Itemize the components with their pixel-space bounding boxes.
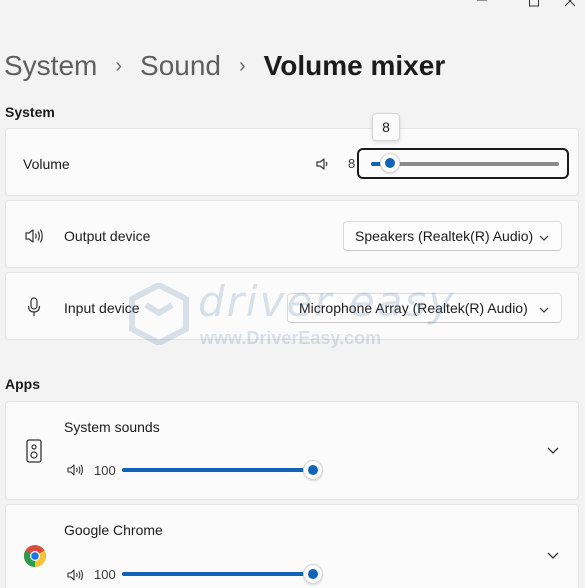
app-name: Google Chrome	[64, 522, 163, 538]
chevron-down-icon	[539, 302, 549, 318]
volume-slider[interactable]	[357, 148, 569, 179]
slider-fill	[122, 468, 312, 472]
output-device-selected: Speakers (Realtek(R) Audio)	[355, 228, 534, 244]
input-device-card: Input device Microphone Array (Realtek(R…	[5, 272, 579, 340]
speaker-icon[interactable]	[313, 154, 333, 174]
app-volume-value: 100	[94, 567, 116, 582]
volume-label: Volume	[23, 156, 70, 172]
slider-thumb[interactable]	[303, 460, 323, 480]
input-device-selected: Microphone Array (Realtek(R) Audio)	[299, 300, 528, 316]
speaker-loud-icon[interactable]	[66, 566, 86, 584]
input-device-dropdown[interactable]: Microphone Array (Realtek(R) Audio)	[287, 293, 562, 323]
breadcrumb-separator: ›	[115, 54, 123, 77]
system-sounds-icon	[25, 438, 43, 464]
close-button[interactable]	[560, 0, 580, 12]
volume-tooltip: 8	[372, 113, 400, 141]
volume-value: 8	[348, 156, 356, 171]
breadcrumb-separator: ›	[239, 54, 246, 77]
breadcrumb-system[interactable]: System	[4, 50, 97, 82]
chevron-down-icon[interactable]	[545, 442, 561, 458]
app-card-system-sounds: System sounds 100	[5, 401, 579, 500]
speaker-loud-icon	[23, 225, 45, 247]
section-label-apps: Apps	[5, 376, 40, 392]
app-card-google-chrome: Google Chrome 100	[5, 504, 579, 588]
slider-thumb[interactable]	[303, 564, 323, 584]
maximize-icon	[529, 0, 539, 12]
app-name: System sounds	[64, 419, 160, 435]
app-volume-value: 100	[94, 463, 116, 478]
slider-fill	[122, 572, 312, 576]
page-title: Volume mixer	[263, 50, 446, 81]
breadcrumb-sound[interactable]: Sound	[140, 50, 221, 82]
minimize-button[interactable]	[472, 0, 492, 12]
close-icon	[564, 0, 576, 11]
output-device-card: Output device Speakers (Realtek(R) Audio…	[5, 200, 579, 268]
output-device-label: Output device	[64, 228, 151, 244]
title-bar	[0, 0, 585, 14]
section-label-system: System	[5, 104, 55, 120]
chevron-down-icon[interactable]	[545, 547, 561, 563]
microphone-icon	[24, 296, 44, 318]
output-device-dropdown[interactable]: Speakers (Realtek(R) Audio)	[343, 221, 562, 251]
input-device-label: Input device	[64, 300, 140, 316]
breadcrumb: System › Sound › Volume mixer	[4, 46, 445, 86]
maximize-button[interactable]	[524, 0, 544, 12]
speaker-loud-icon[interactable]	[66, 461, 86, 479]
volume-card: Volume 8	[5, 128, 579, 196]
slider-thumb[interactable]	[380, 153, 400, 173]
minimize-icon	[477, 0, 487, 11]
chevron-down-icon	[539, 230, 549, 246]
chrome-icon	[22, 543, 48, 569]
